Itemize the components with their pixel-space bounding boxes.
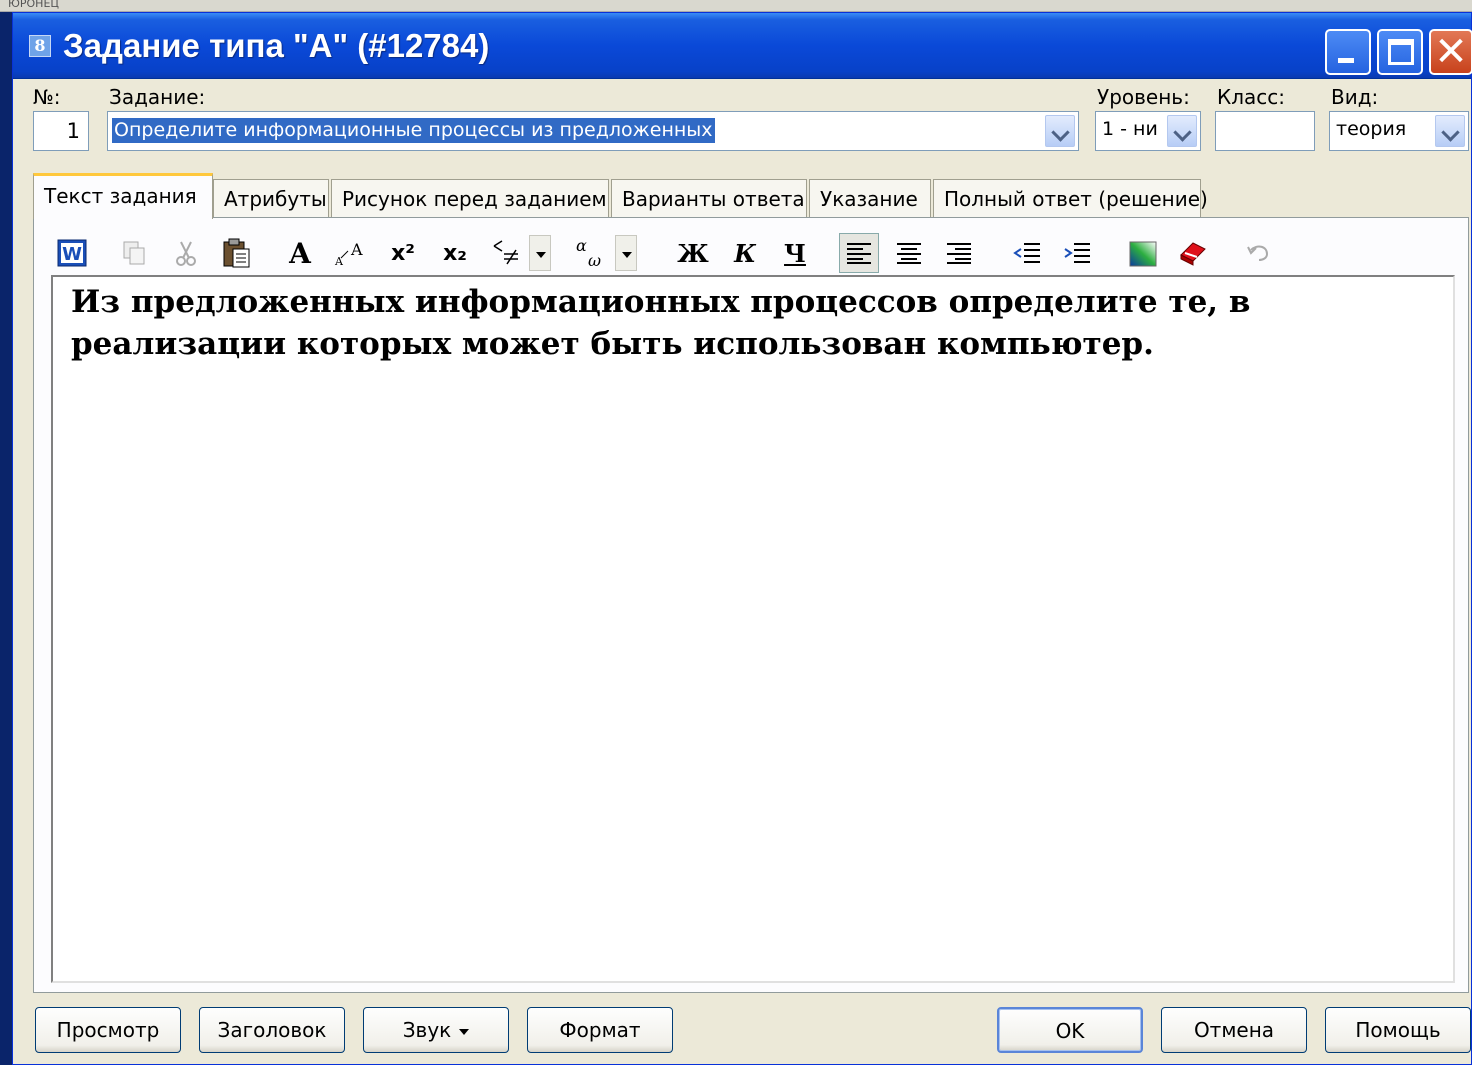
increase-indent-icon[interactable] <box>1057 233 1097 273</box>
ok-button[interactable]: OK <box>997 1007 1143 1053</box>
font-size-icon[interactable]: AA <box>331 233 371 273</box>
close-icon: ✕ <box>1434 29 1468 75</box>
special-symbols-icon[interactable] <box>487 233 527 273</box>
italic-button[interactable]: К <box>727 233 763 273</box>
special-symbols-dropdown[interactable] <box>529 235 551 271</box>
sound-button[interactable]: Звук <box>363 1007 509 1053</box>
level-combo[interactable]: 1 - ни <box>1095 111 1201 151</box>
level-dropdown-icon[interactable] <box>1167 115 1197 147</box>
greek-letters-icon[interactable]: αω <box>567 233 613 273</box>
align-right-icon[interactable] <box>939 233 979 273</box>
sound-button-label: Звук <box>402 1018 452 1042</box>
kind-combo[interactable]: теория <box>1329 111 1469 151</box>
number-field[interactable]: 1 <box>33 111 89 151</box>
svg-text:ω: ω <box>588 251 601 269</box>
maximize-button[interactable] <box>1377 29 1423 75</box>
class-label: Класс: <box>1217 85 1285 109</box>
help-button[interactable]: Помощь <box>1325 1007 1471 1053</box>
task-combo[interactable]: Определите информационные процессы из пр… <box>107 111 1079 151</box>
tab-answer-options[interactable]: Варианты ответа <box>611 179 807 217</box>
task-combo-value: Определите информационные процессы из пр… <box>112 118 715 143</box>
tab-hint[interactable]: Указание <box>809 179 931 217</box>
tab-attributes[interactable]: Атрибуты <box>213 179 329 217</box>
header-button[interactable]: Заголовок <box>199 1007 345 1053</box>
close-button[interactable]: ✕ <box>1429 29 1472 75</box>
font-icon[interactable]: A <box>283 233 317 273</box>
subscript-button[interactable]: x₂ <box>437 233 473 273</box>
task-dropdown-icon[interactable] <box>1045 115 1075 147</box>
number-label: №: <box>33 85 61 109</box>
svg-text:W: W <box>62 244 82 265</box>
svg-text:α: α <box>576 237 587 255</box>
background-app-text: ЮРОНЕЦ <box>8 0 59 10</box>
window-title: Задание типа "А" (#12784) <box>63 27 490 64</box>
word-icon[interactable]: W <box>55 233 89 273</box>
background-color-icon[interactable] <box>1123 233 1163 273</box>
task-text-editor[interactable]: Из предложенных информационных процессов… <box>51 275 1455 983</box>
dialog-window: 8 Задание типа "А" (#12784) ✕ №: 1 Задан… <box>12 12 1472 1065</box>
task-text-content[interactable]: Из предложенных информационных процессов… <box>71 281 1431 365</box>
copy-icon[interactable] <box>117 233 151 273</box>
greek-letters-dropdown[interactable] <box>615 235 637 271</box>
level-combo-value: 1 - ни <box>1102 118 1158 140</box>
cut-icon[interactable] <box>169 233 203 273</box>
tab-picture-before-task[interactable]: Рисунок перед заданием <box>331 179 609 217</box>
background-app-strip: ЮРОНЕЦ <box>0 0 1472 12</box>
background-window-edge <box>0 12 12 1065</box>
kind-dropdown-icon[interactable] <box>1435 115 1465 147</box>
tab-task-text[interactable]: Текст задания <box>33 173 213 219</box>
underline-button[interactable]: Ч <box>777 233 813 273</box>
preview-button[interactable]: Просмотр <box>35 1007 181 1053</box>
kind-combo-value: теория <box>1336 118 1407 140</box>
eraser-icon[interactable] <box>1173 233 1213 273</box>
kind-label: Вид: <box>1331 85 1379 109</box>
decrease-indent-icon[interactable] <box>1007 233 1047 273</box>
level-label: Уровень: <box>1097 85 1190 109</box>
chevron-down-icon <box>459 1028 470 1035</box>
bold-button[interactable]: Ж <box>675 233 711 273</box>
task-label: Задание: <box>109 85 206 109</box>
paste-icon[interactable] <box>219 233 255 273</box>
format-button[interactable]: Формат <box>527 1007 673 1053</box>
align-left-icon[interactable] <box>839 233 879 273</box>
align-center-icon[interactable] <box>889 233 929 273</box>
cancel-button[interactable]: Отмена <box>1161 1007 1307 1053</box>
maximize-icon <box>1388 39 1414 65</box>
class-field[interactable] <box>1215 111 1315 151</box>
superscript-button[interactable]: x² <box>385 233 421 273</box>
minimize-icon <box>1338 58 1354 63</box>
tab-full-answer[interactable]: Полный ответ (решение) <box>933 179 1208 217</box>
minimize-button[interactable] <box>1325 29 1371 75</box>
undo-icon[interactable] <box>1239 233 1279 273</box>
format-toolbar: W A AA x² x₂ αω Ж К Ч <box>51 231 1451 275</box>
title-bar[interactable]: 8 Задание типа "А" (#12784) ✕ <box>13 13 1472 79</box>
svg-text:A: A <box>350 240 363 259</box>
app-icon[interactable]: 8 <box>29 35 51 57</box>
